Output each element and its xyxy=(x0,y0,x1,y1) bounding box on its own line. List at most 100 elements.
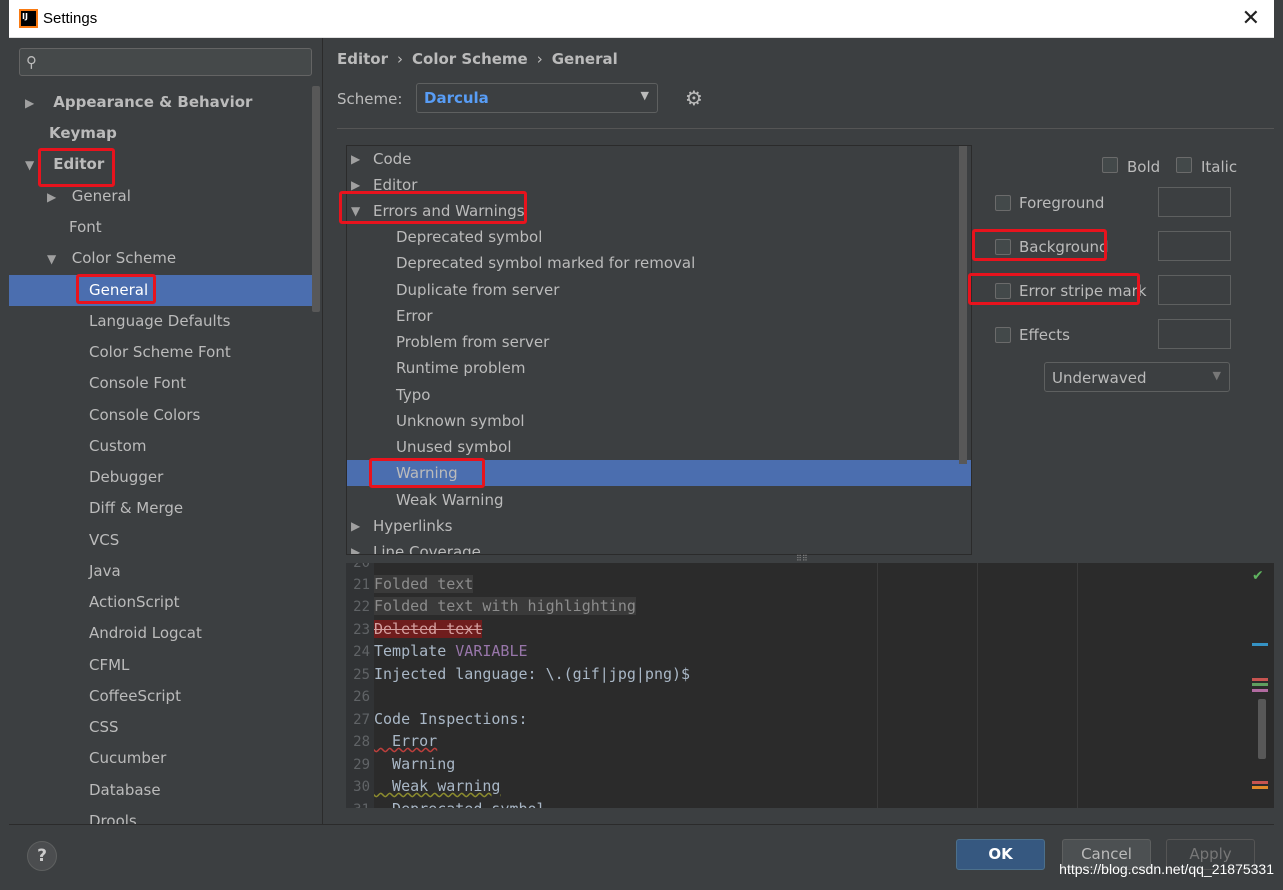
background-label: Background xyxy=(1019,238,1109,256)
preview-editor: 20 21 Folded text 22 Folded text with high… xyxy=(346,563,1274,808)
gear-icon[interactable]: ⚙ xyxy=(685,86,703,110)
line-number: 26 xyxy=(353,689,370,705)
tree-scrollbar[interactable] xyxy=(959,146,967,464)
sidebar-item-editor[interactable]: ▼ Editor xyxy=(25,149,104,180)
effects-label: Effects xyxy=(1019,326,1070,344)
sidebar-item-database[interactable]: Database xyxy=(89,775,161,806)
sidebar-item-cucumber[interactable]: Cucumber xyxy=(89,743,166,774)
tree-item-weak-warning[interactable]: Weak Warning xyxy=(347,487,971,513)
code-line: 23 Deleted text xyxy=(346,618,483,640)
error-stripe-checkbox[interactable] xyxy=(995,283,1011,299)
tree-item-label: Deprecated symbol xyxy=(396,228,543,246)
sidebar-item-console-colors[interactable]: Console Colors xyxy=(89,400,200,431)
sidebar-item-label: Android Logcat xyxy=(89,624,202,642)
search-icon: ⚲ xyxy=(26,53,37,71)
breadcrumb-item-editor[interactable]: Editor xyxy=(337,50,388,68)
watermark-url: https://blog.csdn.net/qq_21875331 xyxy=(1059,861,1274,877)
code-line: 29 Warning xyxy=(346,753,455,775)
sidebar-item-language-defaults[interactable]: Language Defaults xyxy=(89,306,230,337)
preview-scrollbar[interactable] xyxy=(1258,699,1266,759)
tree-item-errors-and-warnings[interactable]: ▼ Errors and Warnings xyxy=(347,198,971,224)
sidebar-item-android-logcat[interactable]: Android Logcat xyxy=(89,618,202,649)
tree-item-typo[interactable]: Typo xyxy=(347,382,971,408)
tree-item-line-coverage[interactable]: ▶ Line Coverage xyxy=(347,539,971,555)
expand-arrow-icon[interactable]: ▶ xyxy=(351,146,360,172)
foreground-checkbox[interactable] xyxy=(995,195,1011,211)
sidebar-item-coffeescript[interactable]: CoffeeScript xyxy=(89,681,181,712)
tree-item-runtime-problem[interactable]: Runtime problem xyxy=(347,355,971,381)
background-checkbox[interactable] xyxy=(995,239,1011,255)
sidebar-item-label: Console Font xyxy=(89,374,186,392)
tree-item-hyperlinks[interactable]: ▶ Hyperlinks xyxy=(347,513,971,539)
indent-guide xyxy=(877,563,878,808)
sidebar-item-label: Debugger xyxy=(89,468,164,486)
collapse-arrow-icon[interactable]: ▼ xyxy=(351,198,360,224)
collapse-arrow-icon[interactable]: ▼ xyxy=(47,244,59,275)
expand-arrow-icon[interactable]: ▶ xyxy=(47,182,59,213)
sidebar-scrollbar[interactable] xyxy=(312,86,320,312)
line-number: 22 xyxy=(353,599,370,615)
sidebar-item-label: Java xyxy=(89,562,121,580)
tree-item-unknown-symbol[interactable]: Unknown symbol xyxy=(347,408,971,434)
sidebar-item-label: Appearance & Behavior xyxy=(53,93,253,111)
search-input[interactable]: ⚲ xyxy=(19,48,312,76)
sidebar-item-actionscript[interactable]: ActionScript xyxy=(89,587,179,618)
sidebar-item-css[interactable]: CSS xyxy=(89,712,119,743)
bold-checkbox[interactable] xyxy=(1102,157,1118,173)
sidebar-item-label: Keymap xyxy=(49,124,117,142)
weak-warning-text: Weak warning xyxy=(374,777,501,795)
divider xyxy=(337,128,1274,129)
sidebar-item-drools[interactable]: Drools xyxy=(89,806,137,824)
help-button[interactable]: ? xyxy=(27,841,57,871)
foreground-color-swatch[interactable] xyxy=(1158,187,1231,217)
sidebar-item-keymap[interactable]: Keymap xyxy=(49,118,117,149)
sidebar-item-color-scheme-general[interactable]: General xyxy=(89,275,148,306)
code-line: 31 Deprecated symbol xyxy=(346,798,545,808)
sidebar-item-custom[interactable]: Custom xyxy=(89,431,146,462)
splitter-handle[interactable]: ⠿⠿ xyxy=(796,555,816,563)
sidebar-item-cfml[interactable]: CFML xyxy=(89,650,129,681)
sidebar-item-label: General xyxy=(71,187,131,205)
sidebar-item-debugger[interactable]: Debugger xyxy=(89,462,163,493)
breadcrumb-item-color-scheme[interactable]: Color Scheme xyxy=(412,50,528,68)
sidebar-item-vcs[interactable]: VCS xyxy=(89,525,119,556)
tree-item-deprecated-symbol[interactable]: Deprecated symbol xyxy=(347,224,971,250)
settings-sidebar: ⚲ ▶ Appearance & Behavior Keymap ▼ Edito… xyxy=(9,38,323,824)
effects-color-swatch[interactable] xyxy=(1158,319,1231,349)
error-stripe-color-swatch[interactable] xyxy=(1158,275,1231,305)
close-icon[interactable]: ✕ xyxy=(1242,6,1260,31)
expand-arrow-icon[interactable]: ▶ xyxy=(351,513,360,539)
collapse-arrow-icon[interactable]: ▼ xyxy=(25,150,37,181)
background-color-swatch[interactable] xyxy=(1158,231,1231,261)
tree-item-deprecated-for-removal[interactable]: Deprecated symbol marked for removal xyxy=(347,250,971,276)
sidebar-item-color-scheme[interactable]: ▼ Color Scheme xyxy=(47,243,176,274)
effects-checkbox[interactable] xyxy=(995,327,1011,343)
code-text: Injected language: \.(gif|jpg|png)$ xyxy=(374,665,691,683)
effect-type-dropdown[interactable]: Underwaved ▼ xyxy=(1044,362,1230,392)
sidebar-item-appearance-behavior[interactable]: ▶ Appearance & Behavior xyxy=(25,87,252,118)
expand-arrow-icon[interactable]: ▶ xyxy=(351,539,360,554)
check-icon: ✔ xyxy=(1252,568,1264,584)
expand-arrow-icon[interactable]: ▶ xyxy=(351,172,360,198)
sidebar-item-console-font[interactable]: Console Font xyxy=(89,368,186,399)
sidebar-item-java[interactable]: Java xyxy=(89,556,121,587)
sidebar-item-label: Custom xyxy=(89,437,147,455)
scheme-dropdown[interactable]: Darcula ▼ xyxy=(416,83,658,113)
sidebar-item-color-scheme-font[interactable]: Color Scheme Font xyxy=(89,337,231,368)
sidebar-item-editor-general[interactable]: ▶ General xyxy=(47,181,131,212)
tree-item-duplicate-from-server[interactable]: Duplicate from server xyxy=(347,277,971,303)
tree-item-code[interactable]: ▶ Code xyxy=(347,146,971,172)
tree-item-problem-from-server[interactable]: Problem from server xyxy=(347,329,971,355)
chevron-down-icon: ▼ xyxy=(640,89,649,102)
italic-checkbox[interactable] xyxy=(1176,157,1192,173)
sidebar-item-diff-merge[interactable]: Diff & Merge xyxy=(89,493,183,524)
tree-item-label: Line Coverage xyxy=(373,543,481,555)
expand-arrow-icon[interactable]: ▶ xyxy=(25,88,37,119)
tree-item-editor[interactable]: ▶ Editor xyxy=(347,172,971,198)
tree-item-label: Typo xyxy=(396,386,431,404)
sidebar-item-font[interactable]: Font xyxy=(69,212,102,243)
tree-item-unused-symbol[interactable]: Unused symbol xyxy=(347,434,971,460)
tree-item-warning[interactable]: Warning xyxy=(347,460,971,486)
ok-button[interactable]: OK xyxy=(956,839,1045,870)
tree-item-error[interactable]: Error xyxy=(347,303,971,329)
